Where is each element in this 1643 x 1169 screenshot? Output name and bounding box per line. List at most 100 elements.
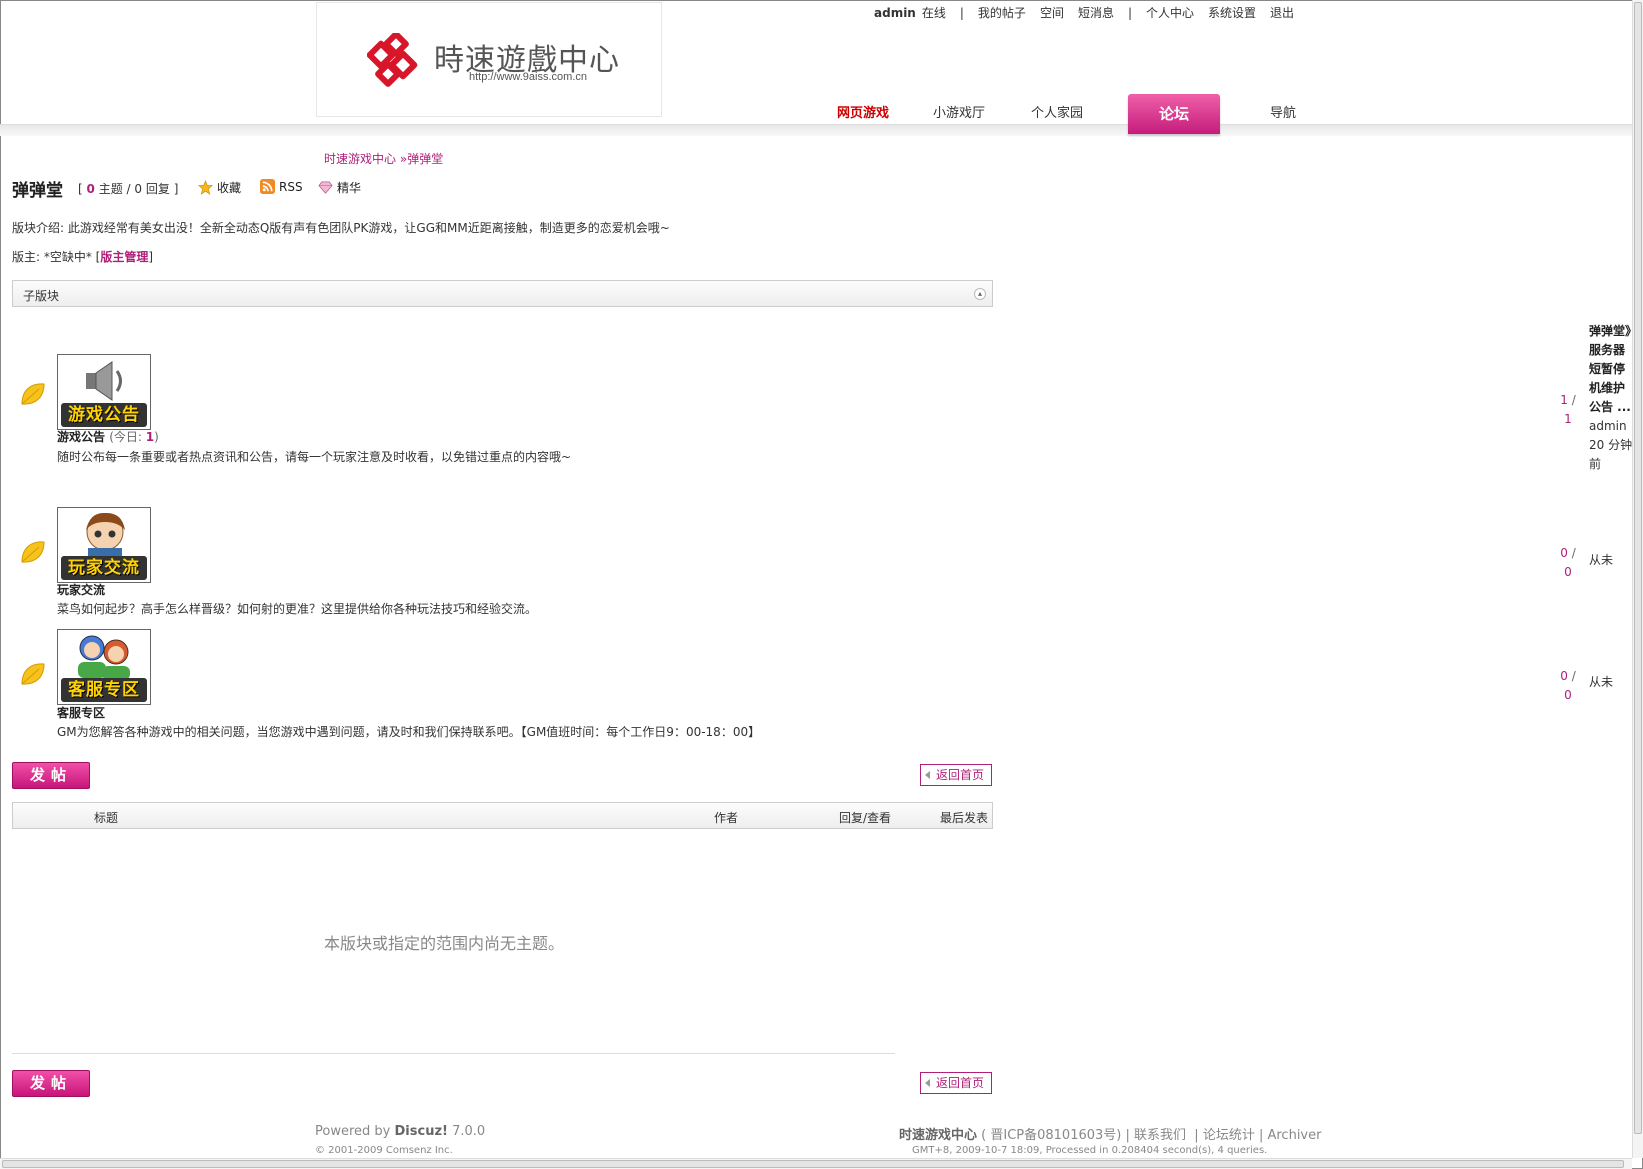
separator: | [959,6,964,20]
browser-frame [0,0,1643,1169]
rss-label: RSS [279,179,303,194]
subforum-image[interactable]: 玩家交流 [57,507,151,583]
logout-link[interactable]: 退出 [1270,6,1294,20]
subforum-counts: 0 /0 [1560,546,1576,579]
arrow-left-icon [925,1079,930,1087]
horizontal-scrollbar[interactable] [0,1158,1632,1169]
subforum-description: GM为您解答各种游戏中的相关问题，当您游戏中遇到问题，请及时和我们保持联系吧。【… [57,725,761,739]
back-home-label: 返回首页 [936,768,985,782]
breadcrumb-home[interactable]: 时速游戏中心 [324,152,396,166]
back-home-button[interactable]: 返回首页 [920,764,992,786]
messages-link[interactable]: 短消息 [1078,6,1114,20]
breadcrumb: 时速游戏中心 »弹弹堂 [324,150,443,167]
arrow-left-icon [925,771,930,779]
back-home-label: 返回首页 [936,1076,985,1090]
username-link[interactable]: admin [874,6,916,20]
favorite-label: 收藏 [217,181,242,195]
subforum-header-label: 子版块 [23,289,60,303]
footer-icp[interactable]: ( 晋ICP备08101603号) [981,1128,1121,1143]
nav-forum[interactable]: 论坛 [1128,94,1220,134]
forum-stats: [ 0 主题 / 0 回复 ] [78,180,178,197]
site-logo[interactable]: 時速遊戲中心 http://www.9aiss.com.cn [316,2,662,117]
forum-intro: 版块介绍: 此游戏经常有美女出没！全新全动态Q版有声有色团队PK游戏，让GG和M… [12,221,670,235]
online-status: 在线 [921,6,946,20]
reply-count: 0 [134,182,143,196]
vertical-scroll-thumb[interactable] [1634,2,1642,1134]
subforum-badge: 客服专区 [61,678,147,702]
favorite-button[interactable]: 收藏 [198,179,241,196]
digest-button[interactable]: 精华 [318,179,361,196]
moderator-admin-link[interactable]: 版主管理 [100,250,148,264]
last-post-time: 20 分钟前 [1589,438,1633,471]
separator: | [1127,6,1133,20]
footer-contact-link[interactable]: 联系我们 [1134,1128,1186,1143]
subforum-badge: 游戏公告 [61,403,147,427]
nav-homepage[interactable]: 个人家园 [1024,94,1090,134]
copyright: © 2001-2009 Comsenz Inc. [315,1145,453,1156]
subforum-badge: 玩家交流 [61,556,147,580]
last-post-title[interactable]: 弹弹堂》服务器短暂停机维护公告 ... [1589,324,1631,414]
subforum-counts: 1 /1 [1560,393,1576,426]
topic-label: 主题 [98,182,123,196]
topic-count: 0 [86,182,95,196]
player-avatar-icon [86,512,125,558]
digest-label: 精华 [337,181,362,195]
subforum-name[interactable]: 客服专区 [57,704,105,721]
support-users-icon [78,635,130,680]
subforum-header: 子版块 ▴ [12,280,993,307]
user-toolbar: admin 在线 | 我的帖子 空间 短消息 | 个人中心 系统设置 退出 [874,4,1308,21]
leaf-icon [21,383,45,405]
footer-stats-link[interactable]: 论坛统计 [1203,1128,1255,1143]
divider [12,1053,895,1054]
subforum-name-text: 游戏公告 [57,430,106,444]
stats-slash: / [126,182,131,196]
nav-band [0,124,1632,136]
nav-minigames[interactable]: 小游戏厅 [926,94,992,134]
back-home-button[interactable]: 返回首页 [920,1072,992,1094]
subforum-description: 随时公布每一条重要或者热点资讯和公告，请每一个玩家注意及时收看，以免错过重点的内… [57,450,572,464]
nav-webgames[interactable]: 网页游戏 [830,94,896,134]
nav-guide[interactable]: 导航 [1250,94,1316,134]
vertical-scrollbar[interactable] [1632,0,1643,1158]
footer-archiver-link[interactable]: Archiver [1267,1128,1321,1143]
thread-list-header: 标题 作者 回复/查看 最后发表 [12,802,993,829]
user-center-link[interactable]: 个人中心 [1146,6,1194,20]
space-link[interactable]: 空间 [1040,6,1064,20]
moderator-label: 版主: *空缺中* [12,250,92,264]
leaf-icon [21,541,45,563]
powered-by: Powered by Discuz! 7.0.0 [315,1124,486,1139]
subforum-image[interactable]: 游戏公告 [57,354,151,430]
rss-icon [260,179,275,194]
subforum-image[interactable]: 客服专区 [57,629,151,705]
discuz-link[interactable]: Discuz! [395,1124,448,1139]
new-post-button[interactable]: 发帖 [12,762,90,789]
my-posts-link[interactable]: 我的帖子 [978,6,1026,20]
empty-thread-message: 本版块或指定的范围内尚无主题。 [324,934,565,953]
subforum-counts: 0 /0 [1560,669,1576,702]
subforum-description: 菜鸟如何起步？高手怎么样晋级？如何射的更准？这里提供给你各种玩法技巧和经验交流。 [57,602,538,616]
forum-title: 弹弹堂 [12,181,63,201]
leaf-icon [21,663,45,685]
footer-site-name[interactable]: 时速游戏中心 [899,1128,977,1143]
star-icon [198,180,213,195]
today-count: (今日: 1) [109,430,159,444]
subforum-last-post: 弹弹堂》服务器短暂停机维护公告 ... admin 20 分钟前 [1589,322,1633,474]
last-post-user[interactable]: admin [1589,419,1627,433]
footer-links: 时速游戏中心 ( 晋ICP备08101603号) | 联系我们 | 论坛统计 |… [899,1128,1322,1143]
subforum-name[interactable]: 玩家交流 [57,581,105,598]
stats-bracket: [ [78,182,83,196]
breadcrumb-current[interactable]: 弹弹堂 [407,152,443,166]
moderator-line: 版主: *空缺中* [版主管理] [12,250,154,264]
settings-link[interactable]: 系统设置 [1208,6,1256,20]
subforum-last-post: 从未 [1589,675,1614,689]
rss-button[interactable]: RSS [260,179,303,194]
new-post-button[interactable]: 发帖 [12,1070,90,1097]
logo-knot-icon [367,33,418,87]
logo-url: http://www.9aiss.com.cn [469,71,587,83]
stats-bracket: ] [173,182,179,196]
collapse-toggle-icon[interactable]: ▴ [974,288,986,300]
reply-label: 回复 [145,182,170,196]
horizontal-scroll-thumb[interactable] [2,1160,1624,1168]
subforum-name[interactable]: 游戏公告 (今日: 1) [57,428,159,445]
column-author: 作者 [714,811,739,825]
